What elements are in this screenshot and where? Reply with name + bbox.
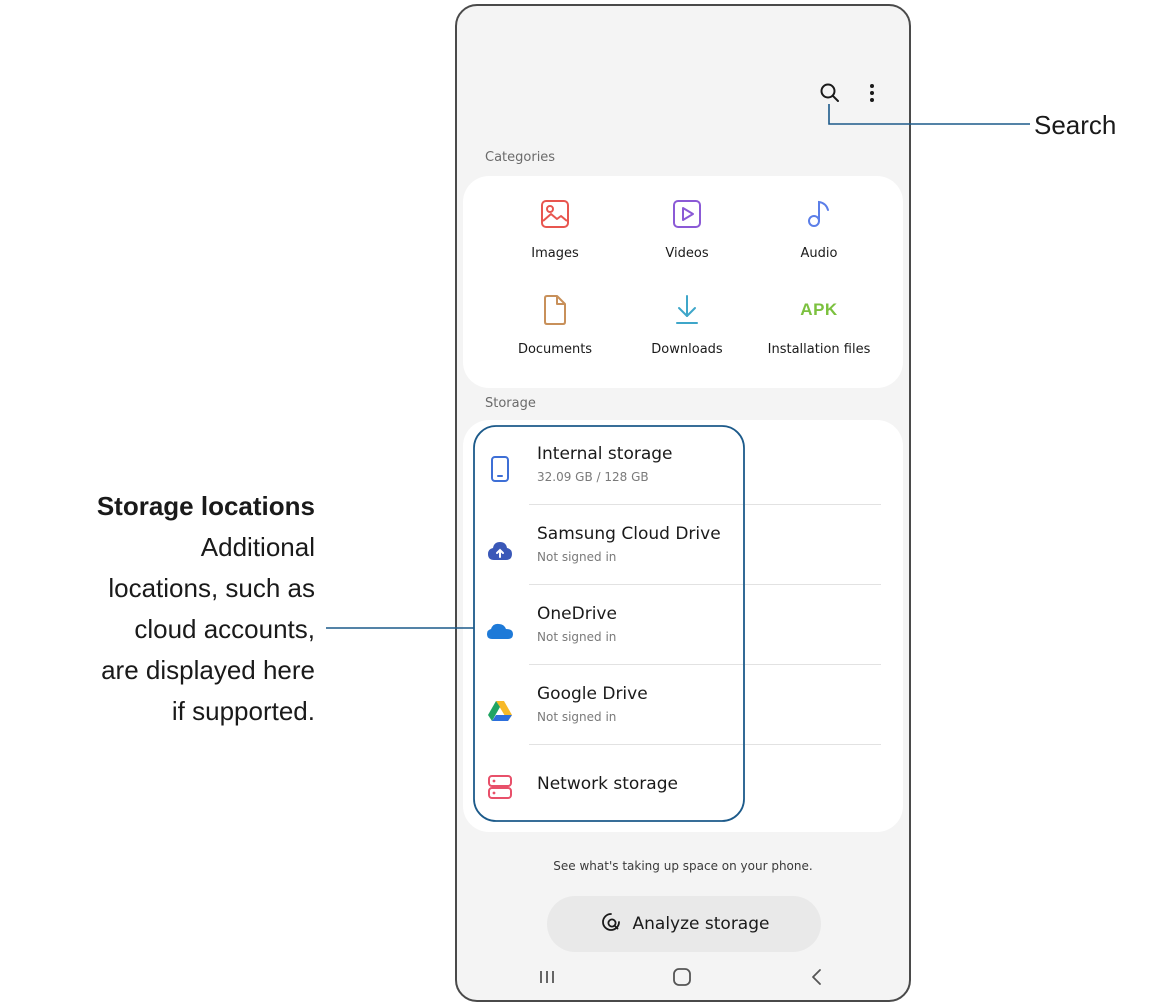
search-callout-line — [828, 104, 1030, 125]
callout-overlay — [326, 104, 1030, 822]
storage-locations-highlight — [473, 425, 745, 822]
